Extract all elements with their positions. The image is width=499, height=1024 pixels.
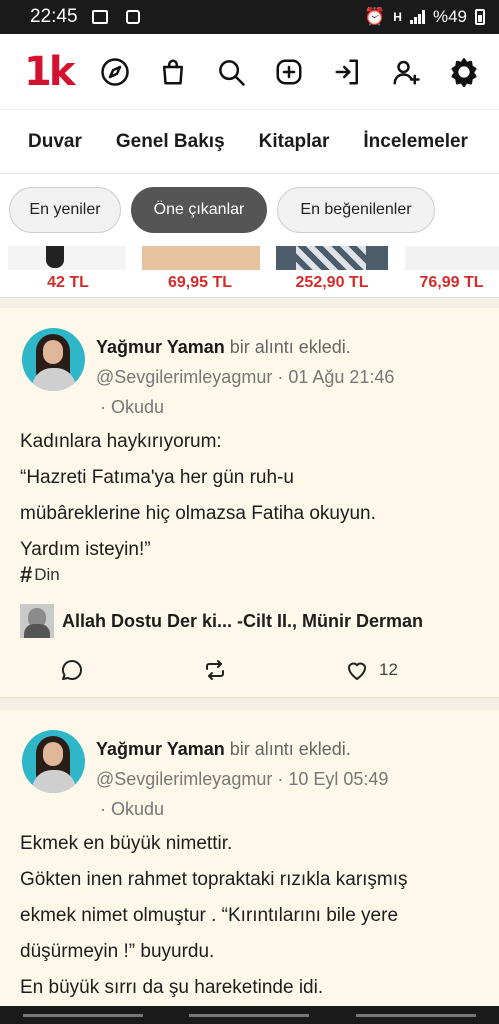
avatar[interactable] xyxy=(22,328,85,391)
post-action: bir alıntı ekledi. xyxy=(229,739,351,759)
battery-level: %49 xyxy=(432,7,467,26)
compass-icon[interactable] xyxy=(98,55,132,89)
comment-icon xyxy=(61,659,82,680)
feed: Yağmur Yaman bir alıntı ekledi. @Sevgile… xyxy=(0,298,499,1010)
filter-one-cikanlar[interactable]: Öne çıkanlar xyxy=(131,187,267,233)
settings-icon[interactable] xyxy=(447,55,481,89)
quote-line: Ekmek en büyük nimettir. xyxy=(20,833,233,854)
status-time: 22:45 xyxy=(30,6,78,27)
read-status: · Okudu xyxy=(100,799,165,819)
filter-en-begenilenler[interactable]: En beğenilenler xyxy=(277,187,435,233)
post-handle[interactable]: @Sevgilerimleyagmur xyxy=(96,769,272,789)
system-nav-bar xyxy=(0,1006,499,1024)
app-bar: 1k xyxy=(0,34,499,110)
repost-button[interactable] xyxy=(203,658,227,682)
post-action: bir alıntı ekledi. xyxy=(229,337,351,357)
quote-line: mübâreklerine hiç olmazsa Fatiha okuyun. xyxy=(20,503,376,524)
repost-icon xyxy=(206,660,224,680)
quote-line: “Hazreti Fatıma'ya her gün ruh-u xyxy=(20,467,294,488)
heart-icon xyxy=(348,662,366,680)
read-status: · Okudu xyxy=(100,397,165,417)
post-author[interactable]: Yağmur Yaman xyxy=(96,739,225,759)
status-bar: 22:45 ⏰ H %49 xyxy=(0,0,499,34)
topic-tag-label: Din xyxy=(34,565,60,584)
ad-price[interactable]: 252,90 TL xyxy=(272,274,392,292)
quote-line: Gökten inen rahmet topraktaki rızıkla ka… xyxy=(20,869,408,890)
ad-product-image[interactable] xyxy=(276,246,388,270)
quote-line: Yardım isteyin!” xyxy=(20,539,151,560)
login-icon[interactable] xyxy=(331,55,365,89)
image-notification-icon xyxy=(91,10,108,24)
topic-tag[interactable]: # Din xyxy=(20,562,60,588)
post-actions: 12 xyxy=(0,658,499,698)
like-count: 12 xyxy=(379,660,398,679)
quote-line: ekmek nimet olmuştur . “Kırıntılarını bi… xyxy=(20,905,399,926)
post-date[interactable]: 10 Eyl 05:49 xyxy=(288,769,388,789)
quote-line: Kadınlara haykırıyorum: xyxy=(20,431,222,452)
tab-duvar[interactable]: Duvar xyxy=(28,131,82,153)
ad-price[interactable]: 76,99 TL xyxy=(404,274,499,292)
post-date[interactable]: 01 Ağu 21:46 xyxy=(288,367,394,387)
ad-product-image[interactable] xyxy=(405,246,499,270)
ad-product-image[interactable] xyxy=(8,246,126,270)
comment-button[interactable] xyxy=(60,658,84,682)
nav-handle[interactable] xyxy=(23,1013,144,1017)
battery-icon xyxy=(475,9,485,25)
ad-price[interactable]: 42 TL xyxy=(8,274,128,292)
post-author[interactable]: Yağmur Yaman xyxy=(96,337,225,357)
bag-icon[interactable] xyxy=(156,55,190,89)
hashtag-icon: # xyxy=(20,562,33,587)
tab-kitaplar[interactable]: Kitaplar xyxy=(259,131,330,153)
avatar[interactable] xyxy=(22,730,85,793)
search-icon[interactable] xyxy=(214,55,248,89)
tab-genel-bakis[interactable]: Genel Bakış xyxy=(116,131,225,153)
status-right: ⏰ H %49 xyxy=(364,7,485,27)
ad-product-image[interactable] xyxy=(142,246,260,270)
post-meta: Yağmur Yaman bir alıntı ekledi. @Sevgile… xyxy=(96,332,394,422)
app-notification-icon xyxy=(125,10,140,24)
book-link[interactable]: Allah Dostu Der ki... -Cilt II., Münir D… xyxy=(20,604,423,638)
logo[interactable]: 1k xyxy=(24,49,84,95)
post-card: Yağmur Yaman bir alıntı ekledi. @Sevgile… xyxy=(0,308,499,698)
nav-handle[interactable] xyxy=(189,1013,310,1017)
tab-incelemeler[interactable]: İncelemeler xyxy=(363,131,468,153)
post-handle[interactable]: @Sevgilerimleyagmur xyxy=(96,367,272,387)
post-meta: Yağmur Yaman bir alıntı ekledi. @Sevgile… xyxy=(96,734,388,824)
network-type: H xyxy=(393,10,402,24)
add-user-icon[interactable] xyxy=(389,55,423,89)
alarm-icon: ⏰ xyxy=(364,7,386,26)
ad-strip: 42 TL 69,95 TL 252,90 TL 76,99 TL xyxy=(0,246,499,298)
app-bar-icons xyxy=(98,55,481,89)
filter-pills: En yeniler Öne çıkanlar En beğenilenler xyxy=(0,174,499,246)
signal-icon xyxy=(409,10,425,24)
ad-price[interactable]: 69,95 TL xyxy=(140,274,260,292)
section-tabs: Duvar Genel Bakış Kitaplar İncelemeler xyxy=(0,110,499,174)
add-icon[interactable] xyxy=(272,55,306,89)
nav-handle[interactable] xyxy=(355,1013,476,1017)
post-card: Yağmur Yaman bir alıntı ekledi. @Sevgile… xyxy=(0,710,499,1010)
like-button[interactable]: 12 xyxy=(345,658,398,682)
book-title: Allah Dostu Der ki... -Cilt II., Münir D… xyxy=(62,610,424,631)
filter-en-yeniler[interactable]: En yeniler xyxy=(9,187,121,233)
quote-text: Kadınlara haykırıyorum: “Hazreti Fatıma'… xyxy=(20,424,376,568)
quote-text: Ekmek en büyük nimettir. Gökten inen rah… xyxy=(20,826,408,1006)
quote-line: En büyük sırrı da şu hareketinde idi. xyxy=(20,977,324,998)
book-cover xyxy=(20,604,54,638)
quote-line: düşürmeyin !” buyurdu. xyxy=(20,941,215,962)
